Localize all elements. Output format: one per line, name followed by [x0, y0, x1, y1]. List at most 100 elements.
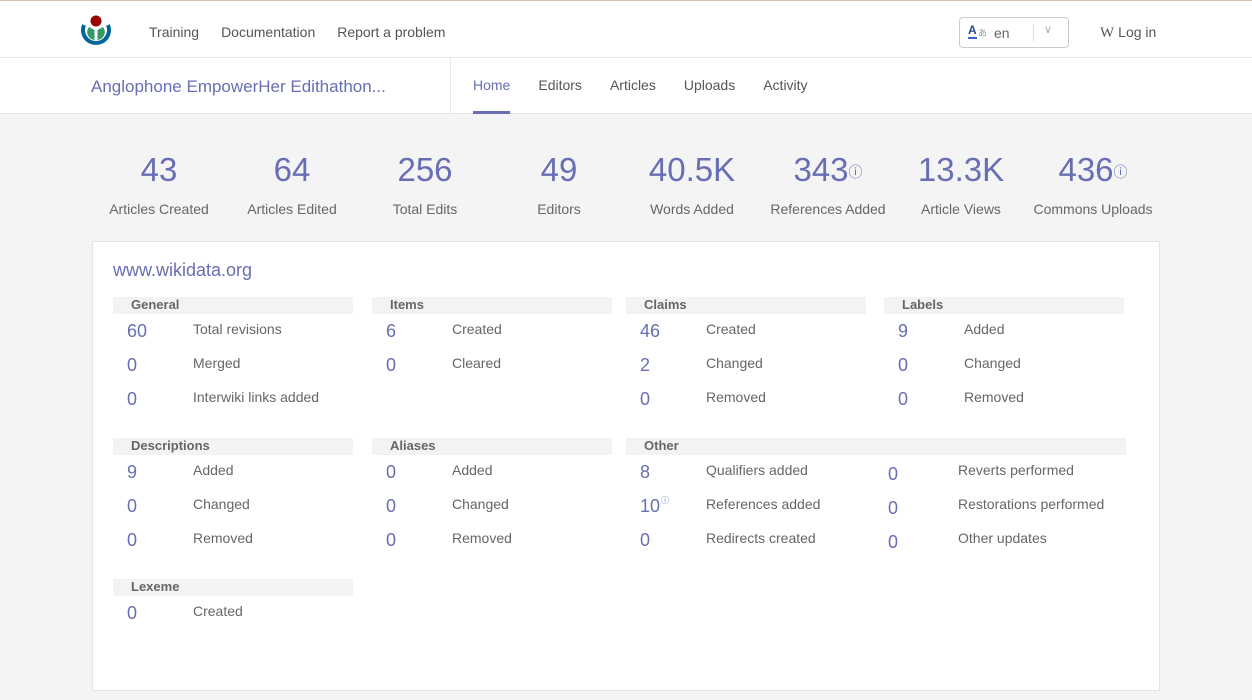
language-code: en — [994, 24, 1010, 41]
stat-label: Article Views — [921, 201, 1001, 217]
tab-home[interactable]: Home — [473, 58, 511, 114]
stat-row: 2 Changed — [626, 348, 866, 382]
group-header: Labels — [884, 297, 1124, 314]
stat-row: 0 Removed — [626, 382, 866, 416]
row-value: 0 — [127, 603, 138, 623]
nav-documentation-link[interactable]: Documentation — [221, 24, 315, 40]
row-label: Created — [452, 321, 502, 337]
row-value: 0 — [888, 464, 899, 484]
row-label: Created — [706, 321, 756, 337]
group-other: Other 8 Qualifiers added 0 Reverts perfo… — [626, 438, 1126, 557]
row-label: Cleared — [452, 355, 502, 371]
row-label: Merged — [193, 355, 241, 371]
stat-label: Articles Created — [109, 201, 209, 217]
group-header: Lexeme — [113, 579, 353, 596]
stat-row: 0 Cleared — [372, 348, 612, 382]
stat-row: 0 Removed — [113, 523, 353, 557]
group-descriptions: Descriptions 9 Added 0 Changed 0 Removed — [113, 438, 353, 557]
stat-articles-edited: 64 Articles Edited — [247, 150, 336, 217]
row-label: Added — [193, 462, 234, 478]
stat-value: 343 — [793, 151, 849, 188]
campaign-bar: Anglophone EmpowerHer Edithathon... Home… — [0, 58, 1252, 114]
row-value: 0 — [386, 496, 397, 516]
row-value: 0 — [888, 532, 899, 552]
group-header: Other — [626, 438, 1126, 455]
top-navigation-bar: Training Documentation Report a problem … — [0, 4, 1252, 58]
wiki-site-title: www.wikidata.org — [113, 260, 253, 280]
stat-row: 0 Removed — [884, 382, 1124, 416]
stat-article-views: 13.3K Article Views — [918, 150, 1004, 217]
row-value: 0 — [386, 530, 397, 550]
stat-label: Editors — [537, 201, 581, 217]
group-header: Descriptions — [113, 438, 353, 455]
stat-row: 8 Qualifiers added 0 Reverts performed — [626, 455, 1126, 489]
stat-value: 43 — [140, 151, 178, 188]
row-label: Removed — [193, 530, 253, 546]
info-icon[interactable]: ⓘ — [1114, 164, 1128, 180]
tab-activity[interactable]: Activity — [763, 58, 807, 114]
campaign-title[interactable]: Anglophone EmpowerHer Edithathon... — [91, 77, 386, 97]
row-label: Restorations performed — [958, 496, 1105, 512]
stat-label: Commons Uploads — [1033, 201, 1153, 217]
chevron-down-icon[interactable]: ∨ — [1044, 23, 1052, 36]
row-value: 0 — [640, 389, 651, 409]
info-icon[interactable]: ⓘ — [661, 496, 669, 505]
tab-editors[interactable]: Editors — [538, 58, 582, 114]
row-label: Changed — [706, 355, 763, 371]
stat-row: 0 Changed — [113, 489, 353, 523]
row-value-with-info: 10ⓘ — [640, 496, 669, 517]
wikimedia-logo-icon[interactable] — [79, 13, 113, 47]
nav-training-link[interactable]: Training — [149, 24, 199, 40]
login-button[interactable]: W Log in — [1100, 24, 1156, 42]
row-label: Changed — [452, 496, 509, 512]
row-value: 10 — [640, 496, 661, 516]
row-value: 0 — [127, 496, 138, 516]
wikipedia-w-icon: W — [1100, 25, 1115, 41]
row-value: 0 — [127, 530, 138, 550]
stat-row: 0 Interwiki links added — [113, 382, 353, 416]
row-value: 0 — [127, 355, 138, 375]
row-label: Reverts performed — [958, 462, 1074, 478]
row-value: 8 — [640, 462, 651, 482]
stat-row: 9 Added — [884, 314, 1124, 348]
stat-row: 9 Added — [113, 455, 353, 489]
row-value: 0 — [640, 530, 651, 550]
row-value: 9 — [127, 462, 138, 482]
row-value: 60 — [127, 321, 148, 341]
stat-row: 60 Total revisions — [113, 314, 353, 348]
row-label: Created — [193, 603, 243, 619]
stat-commons-uploads: 436ⓘ Commons Uploads — [1033, 150, 1152, 217]
campaign-stats: 43 Articles Created 64 Articles Edited 2… — [93, 150, 1163, 230]
top-nav: Training Documentation Report a problem — [149, 24, 445, 40]
row-label: Changed — [193, 496, 250, 512]
stat-row: 0 Removed — [372, 523, 612, 557]
stat-editors: 49 Editors — [537, 150, 581, 217]
stat-row: 6 Created — [372, 314, 612, 348]
stat-row: 46 Created — [626, 314, 866, 348]
info-icon[interactable]: ⓘ — [849, 164, 863, 180]
row-value: 6 — [386, 321, 397, 341]
row-label: Other updates — [958, 530, 1047, 546]
row-value: 0 — [898, 355, 909, 375]
tab-articles[interactable]: Articles — [610, 58, 656, 114]
campaign-tabs: Home Editors Articles Uploads Activity — [473, 58, 808, 114]
row-value: 0 — [888, 498, 899, 518]
row-label: Added — [964, 321, 1005, 337]
stat-total-edits: 256 Total Edits — [393, 150, 458, 217]
group-claims: Claims 46 Created 2 Changed 0 Removed — [626, 297, 866, 416]
stat-label: Words Added — [650, 201, 734, 217]
language-selector[interactable]: Aあ en ∨ — [959, 17, 1069, 48]
group-lexeme: Lexeme 0 Created — [113, 579, 353, 630]
stat-value: 40.5K — [648, 151, 736, 188]
stat-value: 49 — [540, 151, 578, 188]
login-label: Log in — [1118, 24, 1157, 40]
stat-row: 0 Changed — [884, 348, 1124, 382]
stat-articles-created: 43 Articles Created — [109, 150, 209, 217]
stat-words-added: 40.5K Words Added — [649, 150, 735, 217]
tab-uploads[interactable]: Uploads — [684, 58, 735, 114]
stat-value: 436 — [1058, 151, 1114, 188]
stat-row: 0 Changed — [372, 489, 612, 523]
campaign-divider — [450, 58, 451, 114]
nav-report-problem-link[interactable]: Report a problem — [337, 24, 445, 40]
row-label: References added — [706, 496, 821, 512]
